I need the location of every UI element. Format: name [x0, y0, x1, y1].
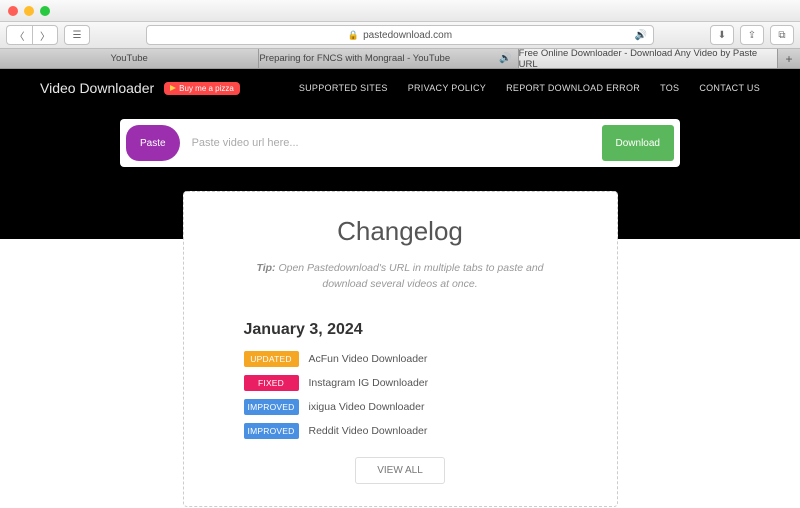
page-content: Video Downloader Buy me a pizza SUPPORTE…	[0, 69, 800, 508]
status-badge: UPDATED	[244, 351, 299, 367]
window-titlebar	[0, 0, 800, 22]
share-button[interactable]: ⇪	[740, 25, 764, 45]
menu-report[interactable]: REPORT DOWNLOAD ERROR	[506, 83, 640, 93]
menu-supported-sites[interactable]: SUPPORTED SITES	[299, 83, 388, 93]
status-badge: FIXED	[244, 375, 299, 391]
zoom-window-icon[interactable]	[40, 6, 50, 16]
sound-icon[interactable]: 🔊	[635, 30, 647, 41]
address-bar[interactable]: 🔒 pastedownload.com 🔊	[146, 25, 654, 45]
changelog-title: Changelog	[244, 216, 557, 247]
lock-icon: 🔒	[348, 30, 359, 41]
tab-pastedownload[interactable]: Free Online Downloader - Download Any Vi…	[519, 49, 778, 68]
changelog-entry[interactable]: FIXED Instagram IG Downloader	[244, 375, 557, 391]
download-button[interactable]: Download	[602, 125, 674, 161]
sidebar-button[interactable]: ☰	[64, 25, 90, 45]
changelog-box: Changelog Tip: Open Pastedownload's URL …	[183, 191, 618, 507]
browser-toolbar: 〈 〉 ☰ 🔒 pastedownload.com 🔊 ⬇ ⇪ ⧉	[0, 22, 800, 49]
paste-button[interactable]: Paste	[126, 125, 180, 161]
changelog-entry[interactable]: UPDATED AcFun Video Downloader	[244, 351, 557, 367]
url-text: pastedownload.com	[363, 30, 452, 41]
url-input[interactable]	[180, 137, 602, 149]
entry-text: ixigua Video Downloader	[309, 401, 425, 413]
view-all-button[interactable]: VIEW ALL	[355, 457, 445, 484]
status-badge: IMPROVED	[244, 423, 299, 439]
changelog-entry[interactable]: IMPROVED Reddit Video Downloader	[244, 423, 557, 439]
tab-youtube[interactable]: YouTube	[0, 49, 259, 68]
traffic-lights	[8, 6, 50, 16]
forward-button[interactable]: 〉	[32, 25, 58, 45]
menu-tos[interactable]: TOS	[660, 83, 679, 93]
menu-contact[interactable]: CONTACT US	[699, 83, 760, 93]
status-badge: IMPROVED	[244, 399, 299, 415]
main-content: Changelog Tip: Open Pastedownload's URL …	[0, 179, 800, 508]
downloads-button[interactable]: ⬇	[710, 25, 734, 45]
tab-sound-icon[interactable]: 🔊	[493, 53, 517, 64]
entry-text: AcFun Video Downloader	[309, 353, 428, 365]
tabs-button[interactable]: ⧉	[770, 25, 794, 45]
new-tab-button[interactable]: +	[778, 49, 800, 68]
close-window-icon[interactable]	[8, 6, 18, 16]
brand-logo[interactable]: Video Downloader	[40, 80, 154, 96]
changelog-entry[interactable]: IMPROVED ixigua Video Downloader	[244, 399, 557, 415]
back-button[interactable]: 〈	[6, 25, 32, 45]
changelog-tip: Tip: Open Pastedownload's URL in multipl…	[244, 261, 557, 293]
changelog-date: January 3, 2024	[244, 321, 557, 339]
entry-text: Reddit Video Downloader	[309, 425, 428, 437]
changelog-entries: UPDATED AcFun Video Downloader FIXED Instag…	[244, 351, 557, 439]
main-menu: SUPPORTED SITES PRIVACY POLICY REPORT DO…	[299, 83, 760, 93]
entry-text: Instagram IG Downloader	[309, 377, 429, 389]
nav-buttons: 〈 〉	[6, 25, 58, 45]
site-navbar: Video Downloader Buy me a pizza SUPPORTE…	[0, 69, 800, 107]
tab-fncs[interactable]: Preparing for FNCS with Mongraal - YouTu…	[259, 49, 518, 68]
search-bar: Paste Download	[120, 119, 680, 167]
buy-pizza-button[interactable]: Buy me a pizza	[164, 82, 240, 95]
menu-privacy[interactable]: PRIVACY POLICY	[408, 83, 486, 93]
minimize-window-icon[interactable]	[24, 6, 34, 16]
tab-bar: YouTube Preparing for FNCS with Mongraal…	[0, 49, 800, 69]
